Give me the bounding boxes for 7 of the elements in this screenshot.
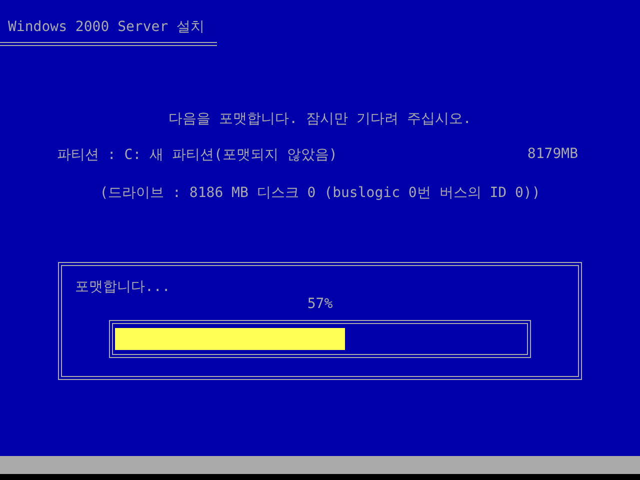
drive-info: (드라이브 : 8186 MB 디스크 0 (buslogic 0번 버스의 ID 0)) <box>100 184 540 202</box>
partition-label: 파티션 : C: 새 파티션(포맷되지 않았음) <box>57 146 338 164</box>
window-title: Windows 2000 Server 설치 <box>0 18 217 46</box>
progress-title: 포맷합니다... <box>75 278 170 296</box>
wait-message: 다음을 포맷합니다. 잠시만 기다려 주십시오. <box>168 110 472 128</box>
progress-percent: 57% <box>307 296 333 312</box>
partition-size: 8179MB <box>527 146 578 164</box>
